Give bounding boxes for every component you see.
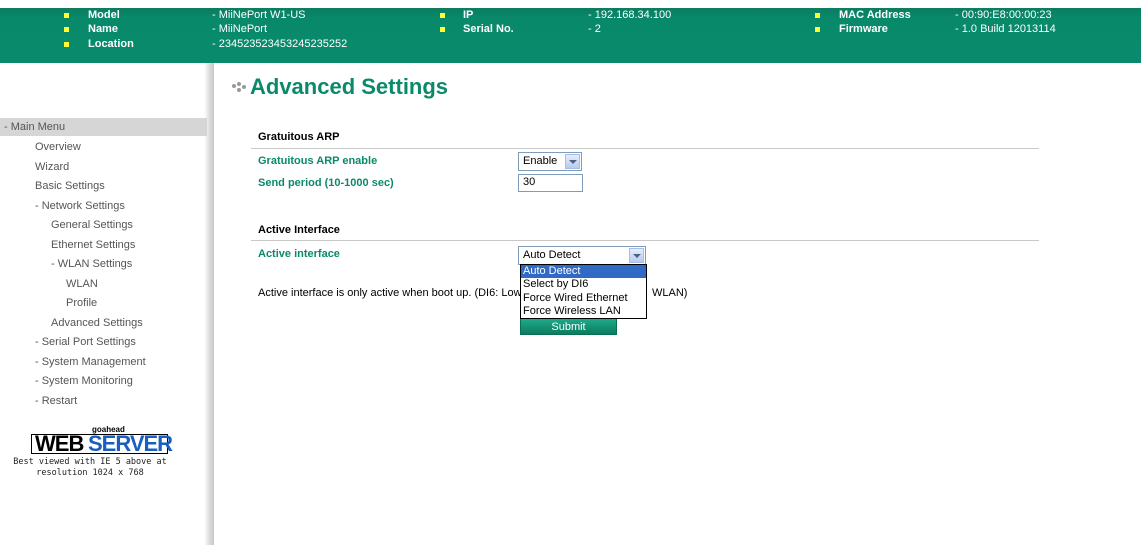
dropdown-option[interactable]: Force Wired Ethernet xyxy=(521,292,646,305)
firmware-label: Firmware xyxy=(839,23,888,35)
ip-label: IP xyxy=(463,9,474,21)
serial-value: - 2 xyxy=(588,23,601,35)
serial-label: Serial No. xyxy=(463,23,514,35)
dropdown-option[interactable]: Select by DI6 xyxy=(521,278,646,291)
location-label: Location xyxy=(88,38,134,50)
active-interface-note: Active interface is only active when boo… xyxy=(258,287,522,299)
send-period-label: Send period (10-1000 sec) xyxy=(258,177,394,189)
sidebar-item-general-settings[interactable]: General Settings xyxy=(51,218,133,232)
name-value: - MiiNePort xyxy=(212,23,268,35)
sidebar-item-overview[interactable]: Overview xyxy=(35,140,81,154)
best-viewed-note: Best viewed with IE 5 above at resolutio… xyxy=(0,457,180,479)
send-period-input[interactable]: 30 xyxy=(518,174,583,192)
firmware-value: - 1.0 Build 12013114 xyxy=(955,23,1056,35)
sidebar-item-system-management[interactable]: - System Management xyxy=(35,355,146,369)
main-menu-heading[interactable]: - Main Menu xyxy=(0,118,207,136)
model-value: - MiiNePort W1-US xyxy=(212,9,306,21)
bullet-icon xyxy=(64,13,69,18)
sidebar-item-network-settings[interactable]: - Network Settings xyxy=(35,199,125,213)
bullet-icon xyxy=(64,42,69,47)
gratuitous-arp-heading: Gratuitous ARP xyxy=(258,131,340,143)
active-interface-label: Active interface xyxy=(258,248,340,260)
best-viewed-line-2: resolution 1024 x 768 xyxy=(36,468,144,478)
gratuitous-arp-enable-value: Enable xyxy=(523,155,558,167)
sidebar-item-profile[interactable]: Profile xyxy=(66,296,97,310)
header-top-strip xyxy=(0,0,1141,8)
sidebar-item-restart[interactable]: - Restart xyxy=(35,394,77,408)
bullet-icon xyxy=(815,27,820,32)
bullet-icon xyxy=(440,27,445,32)
submit-button[interactable]: Submit xyxy=(520,318,617,335)
gratuitous-arp-enable-label: Gratuitous ARP enable xyxy=(258,155,378,167)
gratuitous-arp-enable-select[interactable]: Enable xyxy=(518,152,582,171)
ip-value: - 192.168.34.100 xyxy=(588,9,672,21)
sidebar-item-system-monitoring[interactable]: - System Monitoring xyxy=(35,374,133,388)
dropdown-option[interactable]: Auto Detect xyxy=(521,265,646,278)
sidebar-item-wlan-settings[interactable]: - WLAN Settings xyxy=(51,257,132,271)
mac-label: MAC Address xyxy=(839,9,911,21)
logo-server-text: SERVER xyxy=(88,431,173,456)
sidebar-item-serial-port-settings[interactable]: - Serial Port Settings xyxy=(35,335,136,349)
logo-web-text: WEB xyxy=(35,431,84,456)
note-text-right: WLAN) xyxy=(652,287,688,299)
section-divider xyxy=(251,148,1039,149)
bullet-icon xyxy=(64,27,69,32)
model-label: Model xyxy=(88,9,120,21)
location-value: - 234523523453245235252 xyxy=(212,38,348,50)
sidebar-item-advanced-settings[interactable]: Advanced Settings xyxy=(51,316,143,330)
sidebar-item-basic-settings[interactable]: Basic Settings xyxy=(35,179,105,193)
note-text-left: Active interface is only active when boo… xyxy=(258,287,522,299)
bullet-icon xyxy=(815,13,820,18)
sidebar-item-wizard[interactable]: Wizard xyxy=(35,160,69,174)
sidebar-item-wlan[interactable]: WLAN xyxy=(66,277,98,291)
chevron-down-icon[interactable] xyxy=(629,248,644,263)
active-interface-heading: Active Interface xyxy=(258,224,340,236)
active-interface-select[interactable]: Auto Detect xyxy=(518,246,646,265)
title-dots-icon xyxy=(232,82,248,96)
mac-value: - 00:90:E8:00:00:23 xyxy=(955,9,1052,21)
name-label: Name xyxy=(88,23,118,35)
device-info-header: Model - MiiNePort W1-US Name - MiiNePort… xyxy=(0,0,1141,63)
sidebar-item-ethernet-settings[interactable]: Ethernet Settings xyxy=(51,238,135,252)
page-title: Advanced Settings xyxy=(250,74,449,99)
bullet-icon xyxy=(440,13,445,18)
active-interface-value: Auto Detect xyxy=(523,249,581,261)
active-interface-dropdown: Auto Detect Select by DI6 Force Wired Et… xyxy=(520,264,647,319)
best-viewed-line-1: Best viewed with IE 5 above at xyxy=(13,457,167,467)
dropdown-option[interactable]: Force Wireless LAN xyxy=(521,305,646,318)
section-divider xyxy=(251,240,1039,241)
chevron-down-icon[interactable] xyxy=(565,154,580,169)
